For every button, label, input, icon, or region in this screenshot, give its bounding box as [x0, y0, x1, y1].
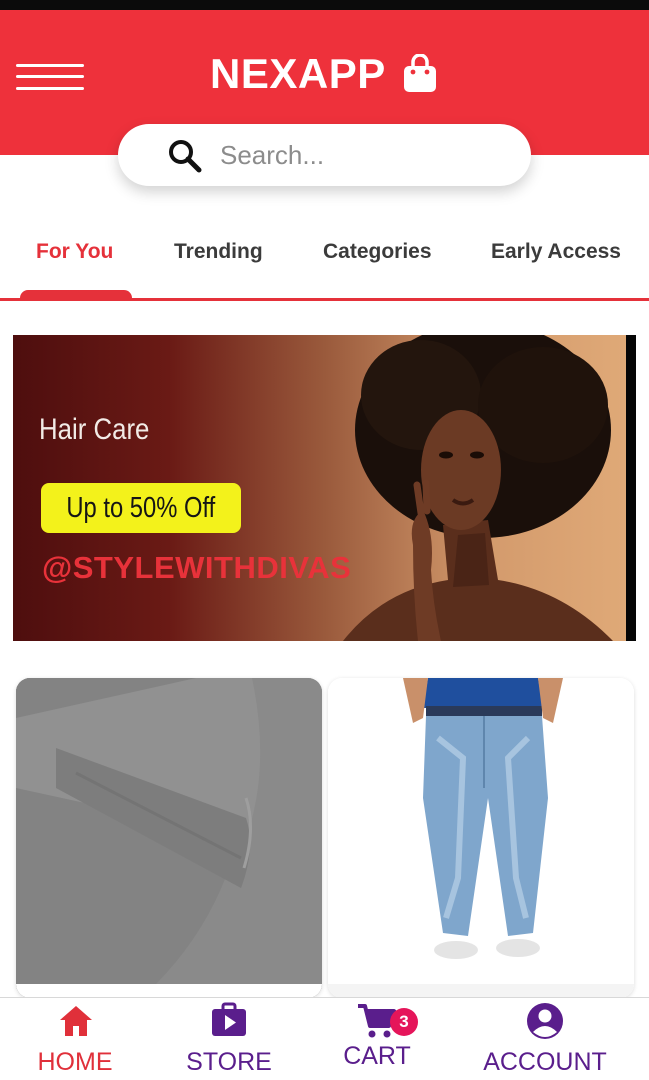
tab-trending[interactable]: Trending: [174, 240, 263, 264]
grey-bedsheet-photo: [16, 678, 322, 998]
nav-account[interactable]: ACCOUNT: [470, 998, 620, 1080]
blue-jeans-photo: [328, 678, 634, 998]
nav-home[interactable]: HOME: [20, 998, 130, 1080]
store-bag-icon: [212, 1002, 246, 1036]
banner-offer-badge: Up to 50% Off: [41, 483, 241, 533]
category-tabs: For You Trending Categories Early Access: [0, 222, 649, 302]
nav-home-label: HOME: [37, 1048, 113, 1076]
banner-offer-text: Up to 50% Off: [66, 491, 216, 524]
status-bar: [0, 0, 649, 10]
home-icon: [60, 1006, 92, 1036]
nav-account-label: ACCOUNT: [483, 1048, 607, 1076]
nav-cart[interactable]: 3 CART: [322, 998, 432, 1080]
search-icon[interactable]: [166, 137, 204, 175]
brand: NEXAPP: [210, 48, 438, 100]
search-input[interactable]: [220, 134, 510, 176]
banner-handle: @STYLEWITHDIVAS: [42, 550, 352, 585]
shopping-bag-icon: [402, 53, 438, 94]
tab-for-you[interactable]: For You: [36, 240, 113, 264]
account-icon: [527, 1003, 563, 1039]
cart-count-badge: 3: [390, 1008, 418, 1036]
bottom-navigation: HOME STORE 3 CART ACCOUNT: [0, 997, 649, 1080]
promo-banner[interactable]: Hair Care Up to 50% Off @STYLEWITHDIVAS: [13, 335, 636, 641]
search-bar: [118, 124, 531, 186]
banner-category: Hair Care: [39, 413, 150, 446]
hamburger-menu-icon[interactable]: [16, 62, 86, 96]
app-title: NEXAPP: [210, 50, 386, 97]
nav-store-label: STORE: [186, 1048, 272, 1076]
nav-cart-label: CART: [343, 1042, 411, 1070]
tab-categories[interactable]: Categories: [323, 240, 432, 264]
model-photo: [343, 335, 613, 641]
tabs-divider: [0, 298, 649, 301]
nav-store[interactable]: STORE: [170, 998, 288, 1080]
product-card[interactable]: [328, 678, 634, 998]
banner-edge: [626, 335, 636, 641]
product-card[interactable]: [16, 678, 322, 998]
tab-early-access[interactable]: Early Access: [491, 240, 621, 264]
